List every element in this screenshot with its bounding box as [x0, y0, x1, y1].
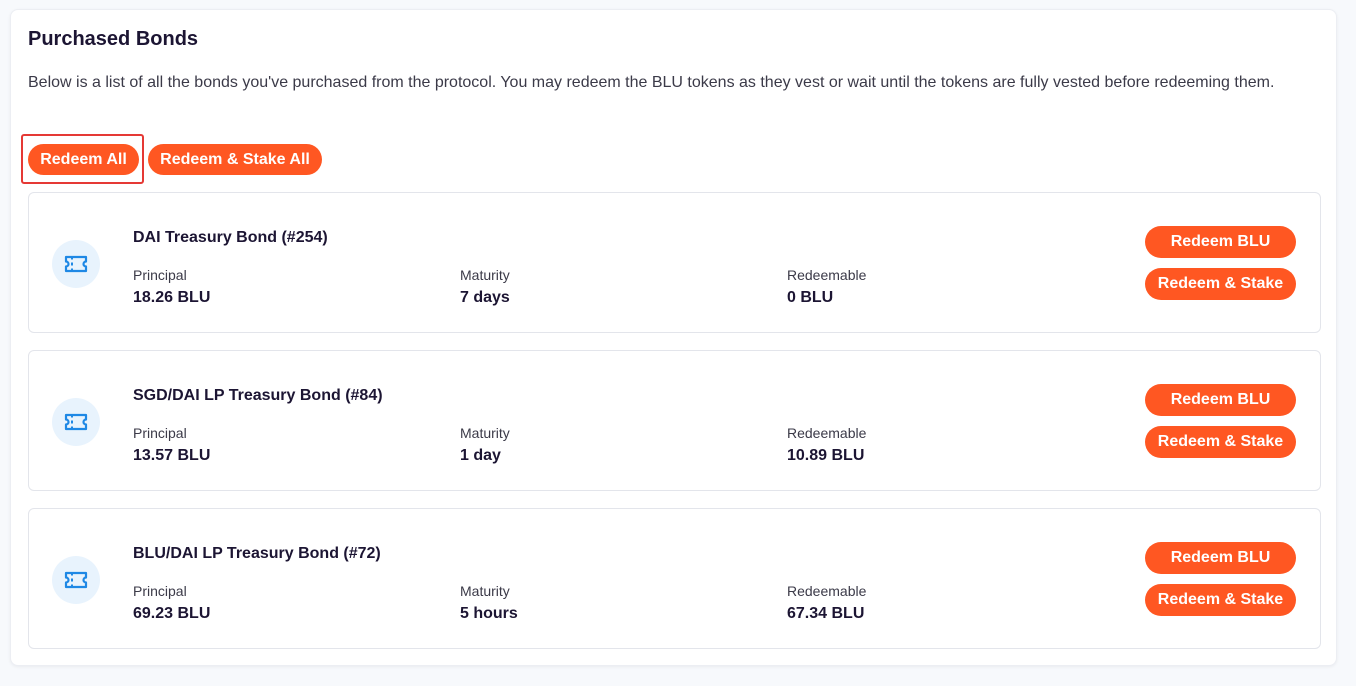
- principal-label: Principal: [133, 267, 187, 283]
- maturity-column: Maturity 5 hours: [460, 583, 518, 623]
- principal-label: Principal: [133, 425, 187, 441]
- page-title: Purchased Bonds: [28, 28, 199, 50]
- bond-card: SGD/DAI LP Treasury Bond (#84) Principal…: [28, 350, 1321, 491]
- principal-column: Principal 18.26 BLU: [133, 267, 210, 307]
- principal-value: 18.26 BLU: [133, 289, 211, 306]
- principal-value: 69.23 BLU: [133, 605, 211, 622]
- redeem-stake-button[interactable]: Redeem & Stake: [1145, 584, 1296, 616]
- redeemable-value: 0 BLU: [787, 289, 834, 306]
- maturity-column: Maturity 7 days: [460, 267, 510, 307]
- principal-label: Principal: [133, 583, 187, 599]
- ticket-icon: [64, 571, 88, 589]
- redeemable-label: Redeemable: [787, 267, 867, 283]
- principal-column: Principal 69.23 BLU: [133, 583, 210, 623]
- bond-card: BLU/DAI LP Treasury Bond (#72) Principal…: [28, 508, 1321, 649]
- redeem-stake-button[interactable]: Redeem & Stake: [1145, 426, 1296, 458]
- bond-name: DAI Treasury Bond (#254): [133, 229, 328, 246]
- bond-icon-badge: [52, 556, 100, 604]
- principal-value: 13.57 BLU: [133, 447, 211, 464]
- redeemable-value: 10.89 BLU: [787, 447, 865, 464]
- redeem-blu-button[interactable]: Redeem BLU: [1145, 384, 1296, 416]
- ticket-icon: [64, 255, 88, 273]
- maturity-value: 5 hours: [460, 605, 518, 622]
- redeem-stake-all-button[interactable]: Redeem & Stake All: [148, 144, 322, 175]
- maturity-value: 1 day: [460, 447, 501, 464]
- maturity-label: Maturity: [460, 425, 510, 441]
- bond-name: BLU/DAI LP Treasury Bond (#72): [133, 545, 381, 562]
- redeemable-value: 67.34 BLU: [787, 605, 865, 622]
- bond-name: SGD/DAI LP Treasury Bond (#84): [133, 387, 383, 404]
- redeem-blu-button[interactable]: Redeem BLU: [1145, 542, 1296, 574]
- maturity-value: 7 days: [460, 289, 510, 306]
- redeemable-label: Redeemable: [787, 583, 867, 599]
- redeem-all-button[interactable]: Redeem All: [28, 144, 139, 175]
- redeemable-column: Redeemable 0 BLU: [787, 267, 866, 307]
- page-description: Below is a list of all the bonds you've …: [28, 74, 1275, 91]
- principal-column: Principal 13.57 BLU: [133, 425, 210, 465]
- purchased-bonds-panel: Purchased Bonds Below is a list of all t…: [10, 9, 1337, 666]
- maturity-column: Maturity 1 day: [460, 425, 510, 465]
- redeemable-label: Redeemable: [787, 425, 867, 441]
- maturity-label: Maturity: [460, 267, 510, 283]
- redeemable-column: Redeemable 67.34 BLU: [787, 583, 866, 623]
- bond-card: DAI Treasury Bond (#254) Principal 18.26…: [28, 192, 1321, 333]
- redeemable-column: Redeemable 10.89 BLU: [787, 425, 866, 465]
- maturity-label: Maturity: [460, 583, 510, 599]
- ticket-icon: [64, 413, 88, 431]
- bond-icon-badge: [52, 240, 100, 288]
- redeem-stake-button[interactable]: Redeem & Stake: [1145, 268, 1296, 300]
- redeem-blu-button[interactable]: Redeem BLU: [1145, 226, 1296, 258]
- bond-icon-badge: [52, 398, 100, 446]
